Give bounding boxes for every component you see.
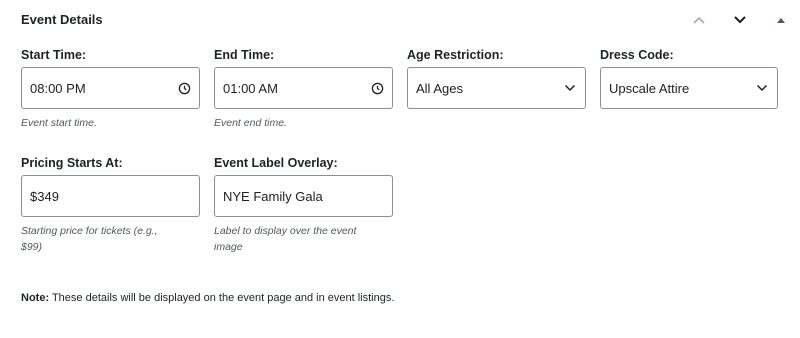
chevron-down-icon xyxy=(755,81,769,95)
note-prefix: Note: xyxy=(21,292,50,304)
label-overlay-value: NYE Family Gala xyxy=(223,188,323,204)
start-time-help: Event start time. xyxy=(21,117,97,129)
label-overlay-help-line1: Label to display over the event xyxy=(214,225,357,237)
clock-icon[interactable] xyxy=(370,81,384,95)
pricing-help-line1: Starting price for tickets (e.g., xyxy=(21,225,158,237)
panel-note: Note: These details will be displayed on… xyxy=(21,292,394,304)
pricing-input[interactable]: $349 xyxy=(21,175,200,217)
start-time-value: 08:00 PM xyxy=(30,80,86,96)
chevron-up-icon xyxy=(693,16,705,24)
age-restriction-value: All Ages xyxy=(416,80,463,96)
end-time-label: End Time: xyxy=(214,48,275,62)
move-down-button[interactable] xyxy=(728,10,752,30)
dress-code-value: Upscale Attire xyxy=(609,80,690,96)
pricing-help-line2: $99) xyxy=(21,241,43,253)
start-time-label: Start Time: xyxy=(21,48,87,62)
chevron-down-icon xyxy=(734,16,746,24)
dress-code-select[interactable]: Upscale Attire xyxy=(600,67,778,109)
move-up-button[interactable] xyxy=(687,10,711,30)
start-time-input[interactable]: 08:00 PM xyxy=(21,67,200,109)
dress-code-label: Dress Code: xyxy=(600,48,674,62)
note-text: These details will be displayed on the e… xyxy=(49,292,395,304)
panel-title: Event Details xyxy=(21,12,103,27)
label-overlay-help: Label to display over the event image xyxy=(214,223,356,255)
pricing-label: Pricing Starts At: xyxy=(21,156,123,170)
toggle-panel-button[interactable] xyxy=(769,10,793,30)
age-restriction-label: Age Restriction: xyxy=(407,48,504,62)
label-overlay-label: Event Label Overlay: xyxy=(214,156,338,170)
chevron-down-icon xyxy=(563,81,577,95)
label-overlay-input[interactable]: NYE Family Gala xyxy=(214,175,393,217)
label-overlay-help-line2: image xyxy=(214,241,243,253)
panel-header: Event Details xyxy=(0,0,800,40)
caret-up-icon xyxy=(777,18,785,23)
age-restriction-select[interactable]: All Ages xyxy=(407,67,586,109)
clock-icon[interactable] xyxy=(177,81,191,95)
end-time-help: Event end time. xyxy=(214,117,287,129)
pricing-help: Starting price for tickets (e.g., $99) xyxy=(21,223,158,255)
end-time-value: 01:00 AM xyxy=(223,80,278,96)
end-time-input[interactable]: 01:00 AM xyxy=(214,67,393,109)
pricing-value: $349 xyxy=(30,188,59,204)
